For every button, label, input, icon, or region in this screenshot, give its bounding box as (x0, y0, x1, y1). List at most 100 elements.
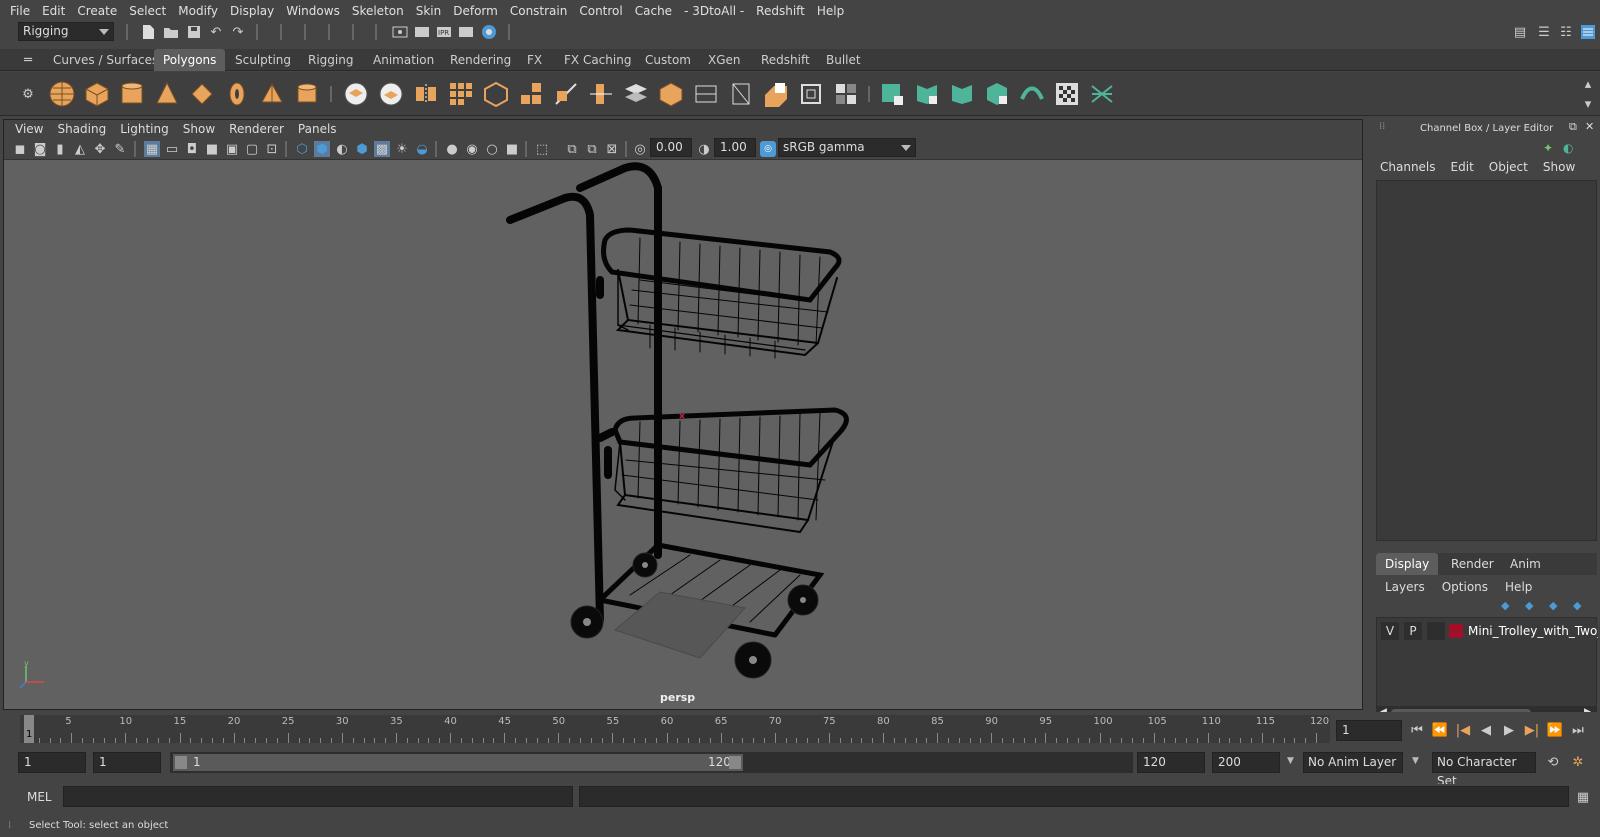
range-bar[interactable]: 1 120 (170, 752, 1133, 773)
menu-skin[interactable]: Skin (410, 4, 448, 18)
menu-display[interactable]: Display (224, 4, 280, 18)
layer-menu-layers[interactable]: Layers (1385, 580, 1425, 594)
layer-visibility-toggle[interactable]: V (1381, 622, 1399, 640)
auto-map-icon[interactable] (760, 78, 792, 110)
teal-tool-2-icon[interactable] (911, 78, 943, 110)
poly-sphere-icon[interactable] (46, 78, 78, 110)
textured-icon[interactable]: ⬢ (354, 141, 370, 157)
xray-icon[interactable]: ⬚ (534, 141, 550, 157)
command-input[interactable] (63, 786, 573, 807)
vp-menu-renderer[interactable]: Renderer (222, 122, 291, 136)
cb-menu-object[interactable]: Object (1489, 160, 1528, 174)
teal-tool-4-icon[interactable] (981, 78, 1013, 110)
close-icon[interactable]: ✕ (1585, 120, 1594, 133)
poly-pipe-icon[interactable] (291, 78, 323, 110)
new-layer-selected-icon[interactable]: ◆ (1573, 599, 1581, 612)
menu-redshift[interactable]: Redshift (750, 4, 811, 18)
layer-playback-toggle[interactable]: P (1404, 622, 1422, 640)
film-gate-icon[interactable]: ▭ (164, 141, 180, 157)
gamma-field[interactable]: 1.00 (714, 138, 756, 157)
axis-icon[interactable]: ✦ (1543, 141, 1553, 155)
tab-display[interactable]: Display (1376, 553, 1439, 575)
cut-uv-icon[interactable] (795, 78, 827, 110)
menu-select[interactable]: Select (123, 4, 172, 18)
bridge-icon[interactable] (620, 78, 652, 110)
planar-map-icon[interactable] (725, 78, 757, 110)
open-scene-icon[interactable] (163, 24, 179, 40)
gate-mask-icon[interactable]: ■ (204, 141, 220, 157)
extrude-icon[interactable] (515, 78, 547, 110)
shelf-scroll-down-icon[interactable]: ▾ (1580, 96, 1596, 112)
tab-bullet[interactable]: Bullet (817, 49, 870, 71)
new-layer-icon[interactable]: ◆ (1549, 599, 1557, 612)
hypershade-icon[interactable] (481, 24, 497, 40)
menu-file[interactable]: File (4, 4, 36, 18)
float-panel-icon[interactable]: ⧉ (1569, 120, 1577, 134)
shadows-icon[interactable]: ☀ (394, 141, 410, 157)
chevron-down-icon[interactable]: ▼ (1412, 756, 1419, 766)
tab-anim[interactable]: Anim (1501, 553, 1550, 575)
checker-tool-icon[interactable] (1051, 78, 1083, 110)
range-handle-bar[interactable]: 1 120 (173, 754, 743, 771)
wireframe-icon[interactable]: ⬡ (294, 141, 310, 157)
smooth-icon[interactable] (445, 78, 477, 110)
menu-cache[interactable]: Cache (629, 4, 678, 18)
channel-box-toggle-icon[interactable] (1580, 24, 1596, 40)
time-slider[interactable]: 5 10 15 20 25 30 35 40 45 50 55 60 65 70 75 80 85 90 95 100… (0, 712, 1600, 746)
tool-settings-icon[interactable]: ☷ (1558, 24, 1574, 40)
shelf-menu-icon[interactable]: ═ (20, 52, 36, 68)
new-scene-icon[interactable] (140, 24, 156, 40)
poly-cone-icon[interactable] (151, 78, 183, 110)
current-frame-field[interactable]: 1 (1336, 720, 1402, 741)
layer-menu-options[interactable]: Options (1442, 580, 1488, 594)
animation-prefs-icon[interactable]: ✲ (1570, 754, 1586, 770)
menu-help[interactable]: Help (811, 4, 850, 18)
save-scene-icon[interactable] (186, 24, 202, 40)
poly-cube-icon[interactable] (81, 78, 113, 110)
menu-constrain[interactable]: Constrain (504, 4, 574, 18)
script-language-label[interactable]: MEL (27, 790, 52, 804)
layer-row[interactable]: V P Mini_Trolley_with_Two_E (1377, 622, 1598, 640)
wireframe-on-shaded-icon[interactable]: ◐ (334, 141, 350, 157)
multicut-icon[interactable] (550, 78, 582, 110)
vp-menu-show[interactable]: Show (176, 122, 222, 136)
gamma-icon[interactable]: ◑ (696, 141, 712, 157)
go-to-end-icon[interactable]: ⏭ (1570, 722, 1586, 738)
teal-tool-1-icon[interactable] (876, 78, 908, 110)
animation-start-field[interactable]: 1 (18, 752, 86, 773)
step-back-key-icon[interactable]: ⏪ (1432, 722, 1448, 738)
frame-icon[interactable]: ⊠ (604, 141, 620, 157)
cube-outline-icon[interactable] (480, 78, 512, 110)
tab-polygons[interactable]: Polygons (154, 49, 226, 71)
playback-end-field[interactable]: 120 (1137, 752, 1205, 773)
tab-redshift[interactable]: Redshift (752, 49, 819, 71)
layout-toggle-icon[interactable]: ▤ (1512, 24, 1528, 40)
range-end-handle[interactable] (729, 756, 741, 769)
vp-menu-panels[interactable]: Panels (291, 122, 344, 136)
depth-of-field-icon[interactable]: ○ (484, 141, 500, 157)
safe-action-icon[interactable]: ▢ (244, 141, 260, 157)
isolate-select-icon[interactable]: ■ (504, 141, 520, 157)
vp-menu-view[interactable]: View (8, 122, 50, 136)
shelf-scroll-up-icon[interactable]: ▴ (1580, 76, 1596, 92)
undo-icon[interactable]: ↶ (208, 24, 224, 40)
image-plane-icon[interactable]: ◭ (72, 141, 88, 157)
go-to-start-icon[interactable]: ⏮ (1409, 722, 1425, 738)
play-backwards-icon[interactable]: ◀ (1478, 722, 1494, 738)
teal-tool-3-icon[interactable] (946, 78, 978, 110)
separate-icon[interactable] (375, 78, 407, 110)
redo-icon[interactable]: ↷ (230, 24, 246, 40)
use-all-lights-icon[interactable]: ▩ (374, 141, 390, 157)
chevron-down-icon[interactable]: ▼ (1287, 756, 1294, 766)
color-management-icon[interactable]: ◎ (760, 141, 776, 157)
character-set-dropdown[interactable]: No Character Set (1432, 752, 1536, 788)
cb-menu-channels[interactable]: Channels (1380, 160, 1436, 174)
range-start-handle[interactable] (175, 756, 187, 769)
layer-menu-help[interactable]: Help (1505, 580, 1532, 594)
bookmark-icon[interactable]: ▮ (52, 141, 68, 157)
layer-color-swatch[interactable] (1449, 624, 1463, 638)
menu-edit[interactable]: Edit (36, 4, 71, 18)
vp-menu-shading[interactable]: Shading (50, 122, 113, 136)
teal-tool-5-icon[interactable] (1016, 78, 1048, 110)
layout-uv-icon[interactable] (830, 78, 862, 110)
